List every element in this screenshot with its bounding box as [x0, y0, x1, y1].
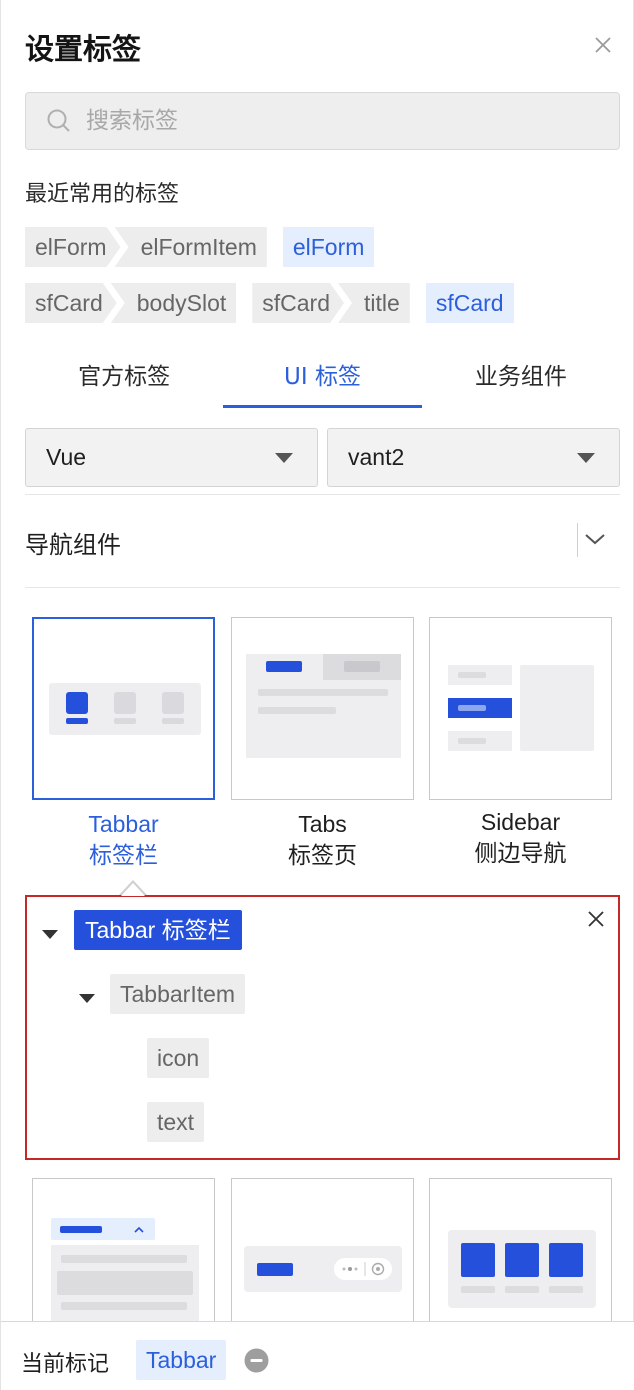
path-segment[interactable]: sfCard — [25, 283, 117, 323]
component-structure-tree: Tabbar 标签栏 TabbarItem icon text — [25, 895, 620, 1160]
search-icon — [47, 109, 70, 132]
grid-preview-icon — [448, 1230, 596, 1308]
sidebar-preview-icon — [448, 665, 594, 751]
tag-category-tabs: 官方标签 UI 标签 业务组件 — [25, 348, 620, 408]
component-card-tabs[interactable] — [231, 617, 414, 800]
tree-node-leaf[interactable]: text — [147, 1102, 205, 1142]
component-card-grid[interactable] — [429, 1178, 612, 1328]
path-segment[interactable]: bodySlot — [110, 283, 237, 323]
divider — [25, 587, 620, 588]
panel-title: 设置标签 — [25, 32, 142, 66]
recent-tag[interactable]: elForm — [282, 227, 375, 267]
group-collapse-button[interactable] — [577, 523, 617, 557]
tab-business[interactable]: 业务组件 — [422, 348, 620, 408]
popover-pointer-inner — [121, 883, 145, 896]
library-value: vant2 — [348, 444, 405, 470]
tag-chip[interactable]: sfCard — [425, 283, 514, 323]
recent-tags-row: elForm elFormItem elForm — [25, 227, 390, 267]
current-mark-label: 当前标记 — [21, 1352, 110, 1377]
tag-chip[interactable]: elForm — [282, 227, 375, 267]
tree-node-child[interactable]: TabbarItem — [110, 974, 246, 1014]
expand-triangle-icon[interactable] — [79, 994, 95, 1003]
component-name: Tabbar — [88, 811, 159, 837]
path-segment[interactable]: title — [338, 283, 410, 323]
recent-tag-path[interactable]: sfCard title — [252, 283, 410, 323]
recent-tag[interactable]: sfCard — [425, 283, 514, 323]
path-segment[interactable]: elFormItem — [114, 227, 267, 267]
component-name: Tabs — [298, 811, 347, 837]
framework-select[interactable]: Vue — [25, 428, 318, 487]
component-card-navbar[interactable] — [231, 1178, 414, 1328]
component-desc: 侧边导航 — [474, 840, 567, 866]
remove-circle-icon[interactable] — [244, 1348, 269, 1373]
current-mark-chip[interactable]: Tabbar — [136, 1340, 227, 1380]
close-icon[interactable] — [586, 909, 606, 929]
component-label-sidebar[interactable]: Sidebar 侧边导航 — [429, 807, 612, 869]
component-label-tabbar[interactable]: Tabbar 标签栏 — [32, 809, 215, 871]
search-box — [25, 92, 620, 150]
collapse-preview-icon — [51, 1218, 199, 1327]
tag-settings-panel: 设置标签 最近常用的标签 elForm elFormItem elForm sf… — [0, 0, 634, 1390]
path-segment[interactable]: elForm — [25, 227, 121, 267]
component-desc: 标签页 — [288, 842, 357, 868]
component-card-tabbar[interactable] — [32, 617, 215, 800]
tab-official[interactable]: 官方标签 — [25, 348, 223, 408]
tree-node-root[interactable]: Tabbar 标签栏 — [74, 910, 242, 950]
framework-value: Vue — [46, 444, 87, 470]
divider — [25, 494, 620, 495]
recent-tag-path[interactable]: elForm elFormItem — [25, 227, 267, 267]
component-name: Sidebar — [480, 809, 561, 835]
tabbar-preview-icon — [49, 683, 201, 735]
footer-bar: 当前标记 Tabbar — [1, 1321, 634, 1390]
recent-tag-path[interactable]: sfCard bodySlot — [25, 283, 237, 323]
caret-down-icon — [577, 453, 595, 463]
expand-triangle-icon[interactable] — [42, 930, 58, 939]
close-icon[interactable] — [593, 35, 613, 55]
chevron-down-icon — [585, 534, 605, 545]
component-label-tabs[interactable]: Tabs 标签页 — [231, 809, 414, 871]
group-title: 导航组件 — [25, 531, 121, 559]
tabs-preview-icon — [246, 654, 401, 758]
component-card-collapse[interactable] — [32, 1178, 215, 1328]
path-segment[interactable]: sfCard — [252, 283, 344, 323]
navbar-preview-icon — [244, 1246, 402, 1292]
recent-tags-row: sfCard bodySlot sfCard title sfCard — [25, 283, 530, 323]
caret-down-icon — [275, 453, 293, 463]
tab-ui[interactable]: UI 标签 — [223, 348, 422, 408]
recent-tags-title: 最近常用的标签 — [25, 182, 180, 207]
tree-node-leaf[interactable]: icon — [147, 1038, 210, 1078]
search-input[interactable] — [86, 108, 566, 134]
library-select[interactable]: vant2 — [327, 428, 620, 487]
component-desc: 标签栏 — [89, 842, 158, 868]
component-card-sidebar[interactable] — [429, 617, 612, 800]
